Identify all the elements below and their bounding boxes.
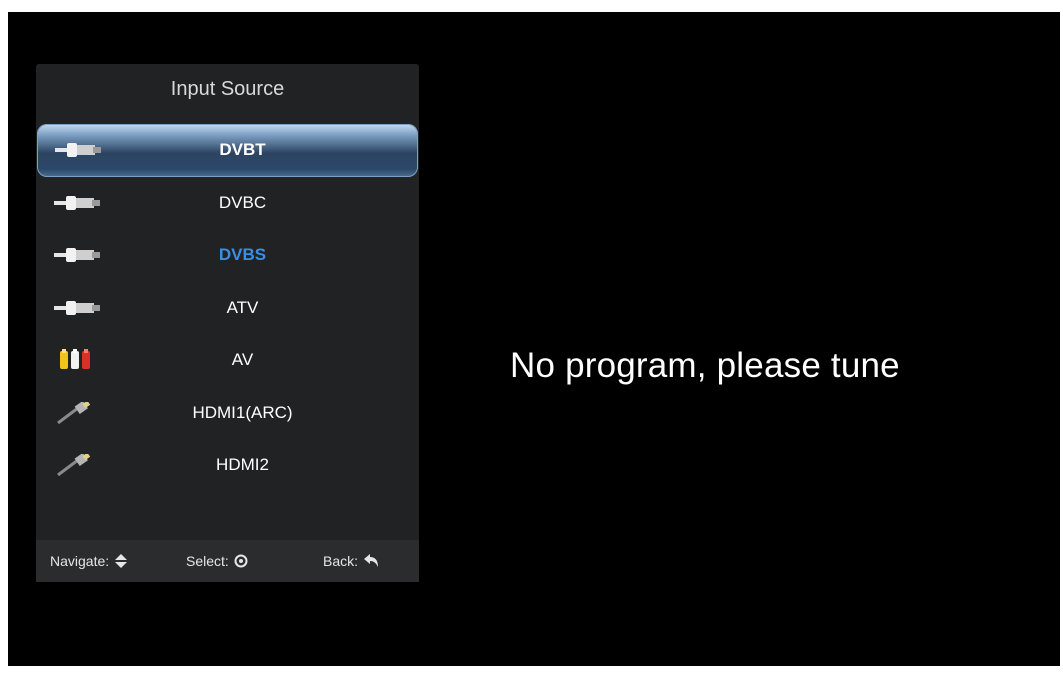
panel-title: Input Source xyxy=(170,78,285,100)
source-item-dvbc[interactable]: DVBC xyxy=(36,177,419,230)
no-program-message: No program, please tune xyxy=(510,346,900,385)
navigate-hint: Navigate: xyxy=(50,553,128,569)
source-item-label: DVBC xyxy=(218,192,267,212)
back-arrow-icon xyxy=(364,554,379,567)
select-label: Select: xyxy=(186,553,229,569)
source-item-label: AV xyxy=(231,350,254,370)
source-item-label: HDMI1(ARC) xyxy=(192,402,293,422)
source-item-atv[interactable]: ATV xyxy=(36,282,419,335)
input-source-panel: Input Source DVBT DVBC DVBS ATV AV HDMI1… xyxy=(36,64,419,582)
up-down-arrow-icon xyxy=(115,554,128,568)
source-item-hdmi2[interactable]: HDMI2 xyxy=(36,439,419,492)
ok-circle-icon xyxy=(234,554,248,568)
source-item-label: DVBS xyxy=(218,245,267,265)
back-hint: Back: xyxy=(323,553,379,569)
source-item-label: ATV xyxy=(226,297,259,317)
source-item-dvbs[interactable]: DVBS xyxy=(36,229,419,282)
panel-footer: Navigate: Select: Back: xyxy=(36,540,419,582)
source-item-label: HDMI2 xyxy=(216,455,269,475)
source-list: DVBT DVBC DVBS ATV AV HDMI1(ARC) HDMI2 xyxy=(36,124,419,492)
select-hint: Select: xyxy=(186,553,248,569)
source-item-dvbt[interactable]: DVBT xyxy=(37,124,418,177)
source-item-av[interactable]: AV xyxy=(36,334,419,387)
back-label: Back: xyxy=(323,553,359,569)
tv-screen: Input Source DVBT DVBC DVBS ATV AV HDMI1… xyxy=(8,12,1060,666)
navigate-label: Navigate: xyxy=(50,553,110,569)
source-item-label: DVBT xyxy=(219,140,266,160)
source-item-hdmi1-arc[interactable]: HDMI1(ARC) xyxy=(36,387,419,440)
